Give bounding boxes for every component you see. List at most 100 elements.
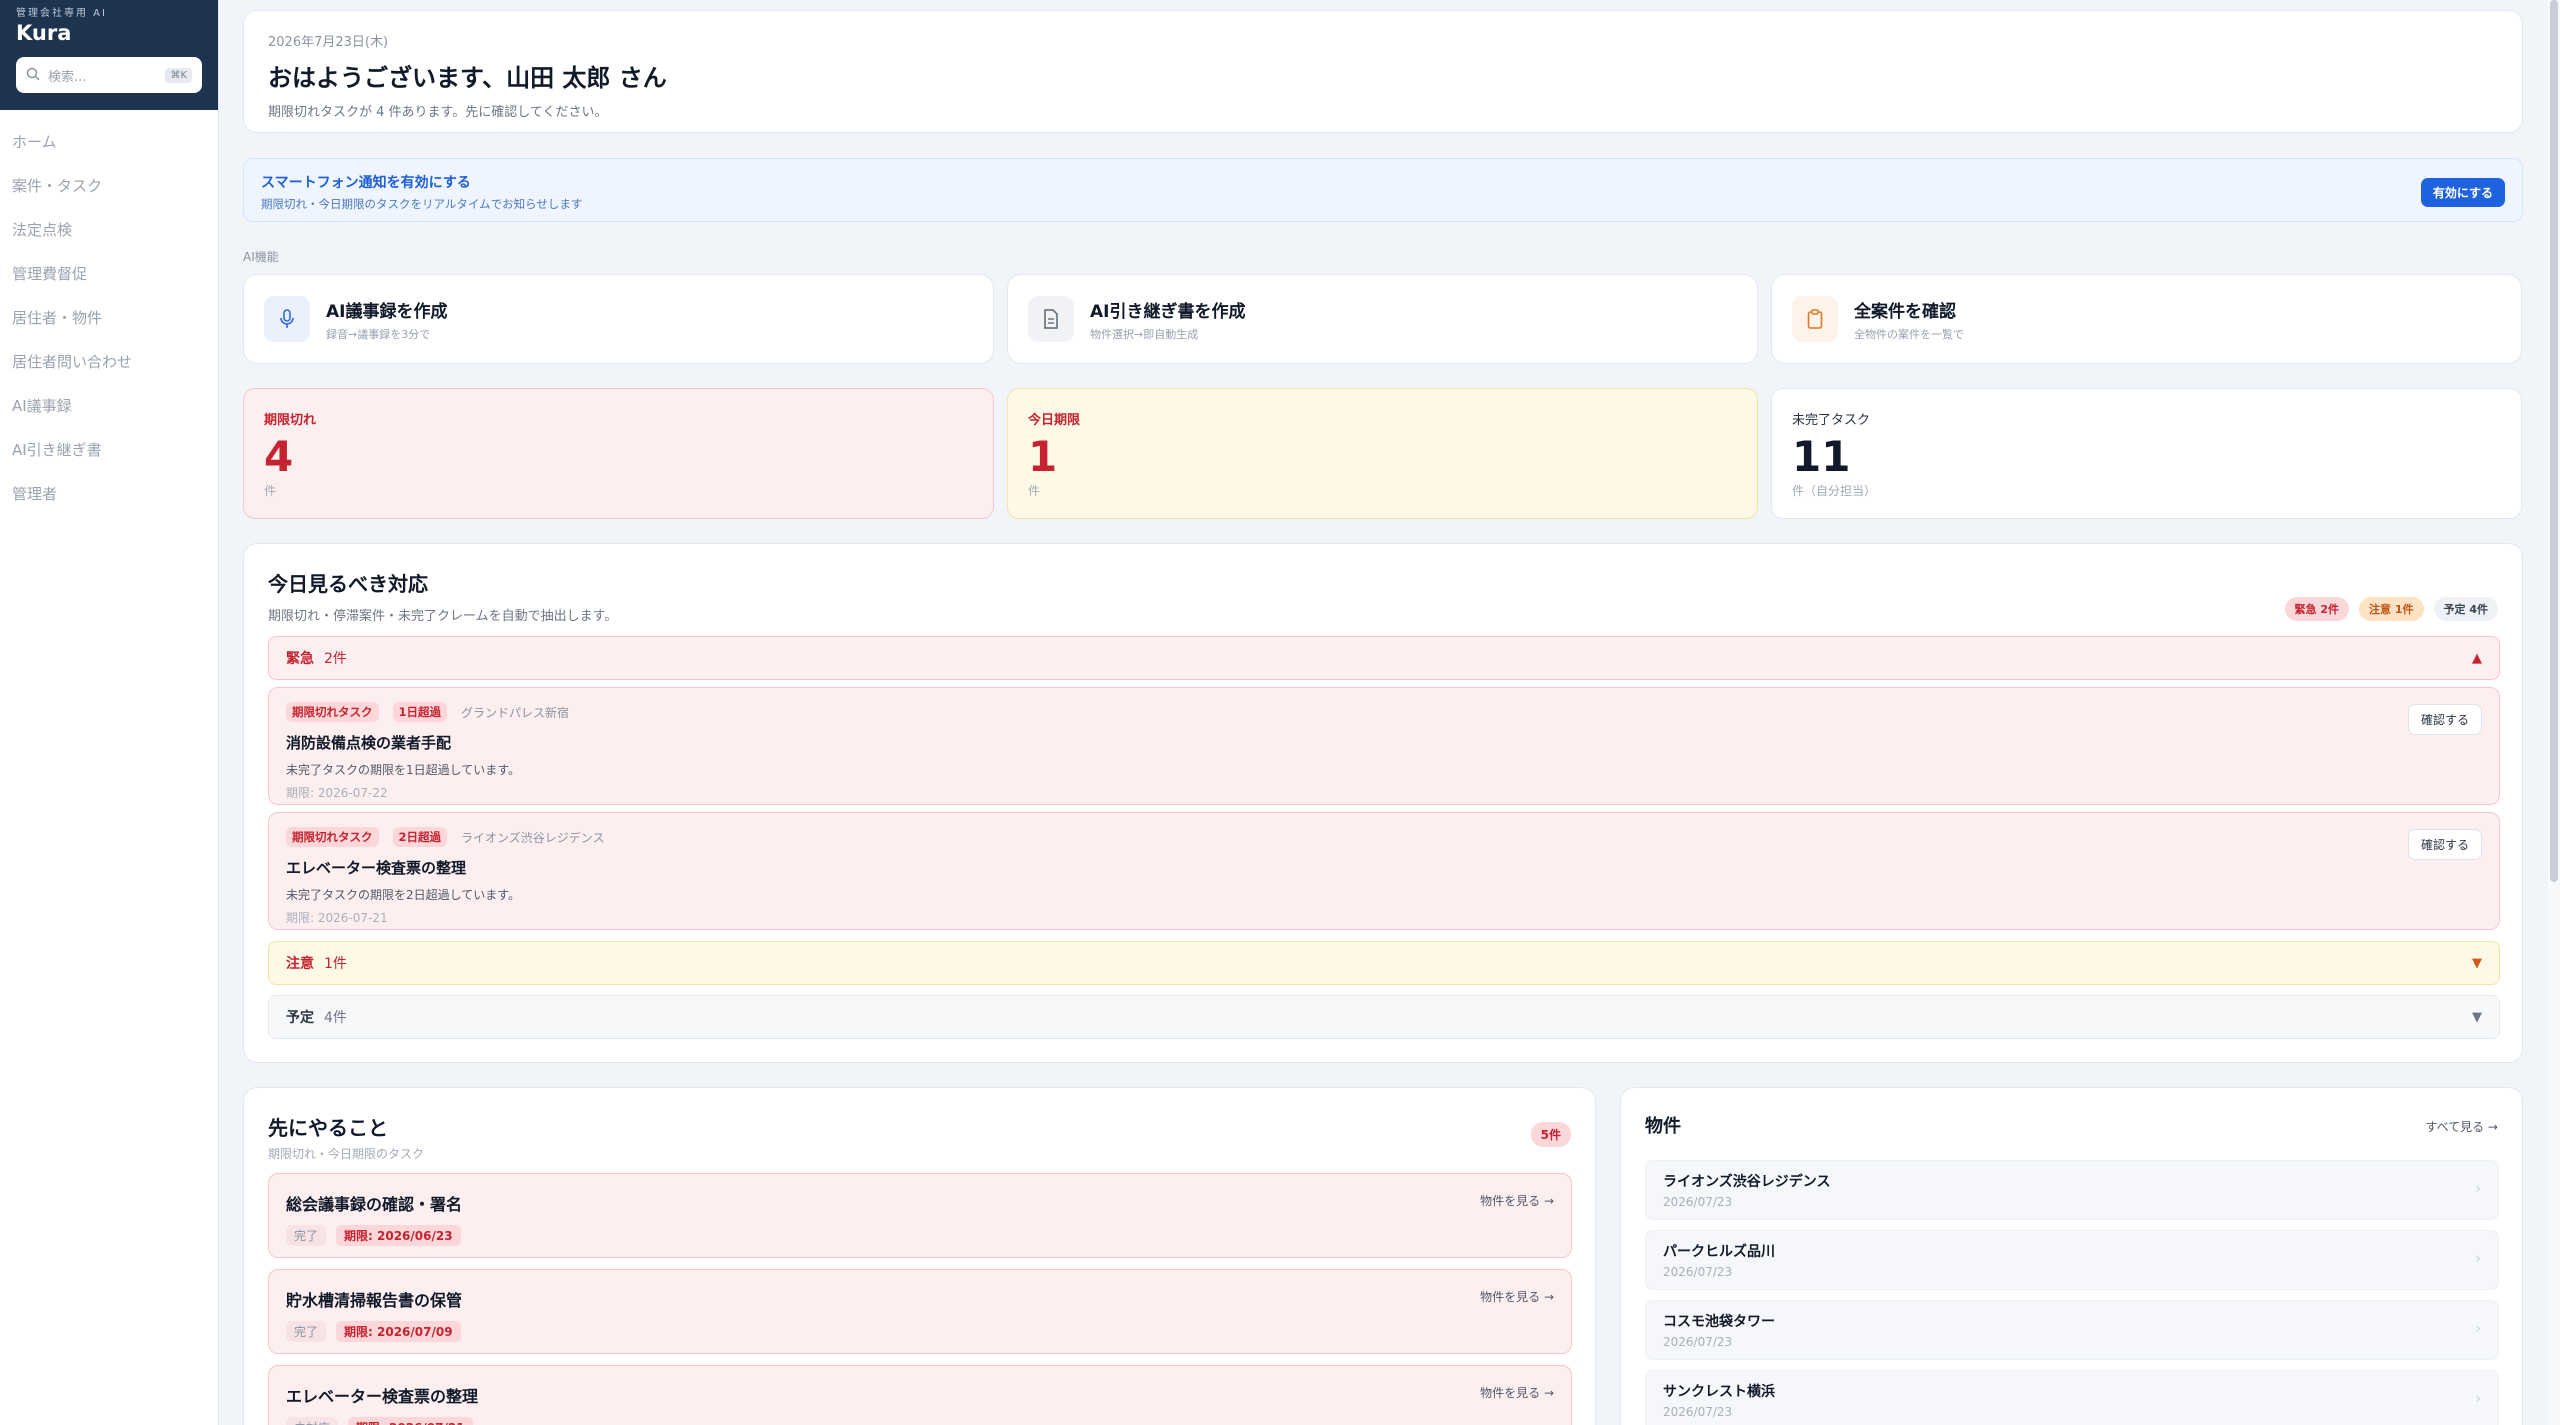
search-input[interactable]: 検索...: [48, 66, 157, 85]
todo-item[interactable]: エレベーター検査票の整理 未対応 期限: 2026/07/21 物件を見る →: [268, 1365, 1572, 1425]
property-date: 2026/07/23: [1663, 1265, 1733, 1279]
section-title: 今日見るべき対応: [268, 572, 428, 596]
property-item[interactable]: ライオンズ渋谷レジデンス 2026/07/23 ›: [1645, 1160, 2499, 1220]
sidebar-item-ai-minutes[interactable]: AI議事録: [0, 384, 218, 428]
property-item[interactable]: パークヒルズ品川 2026/07/23 ›: [1645, 1230, 2499, 1290]
brand-subtitle: 管理会社専用 AI: [16, 8, 107, 19]
section-subtitle: 期限切れ・停滞案件・未完了クレームを自動で抽出します。: [268, 609, 618, 624]
ai-card-title: AI議事録を作成: [326, 301, 448, 322]
group-count: 1件: [324, 956, 347, 972]
greeting-title: おはようございます、山田 太郎 さん: [268, 64, 667, 92]
section-subtitle: 期限切れ・今日期限のタスク: [268, 1147, 425, 1161]
caution-count-pill: 注意 1件: [2359, 597, 2424, 621]
stat-card-open-tasks[interactable]: 未完了タスク 11 件（自分担当）: [1771, 388, 2522, 519]
task-title: 消防設備点検の業者手配: [286, 734, 452, 752]
search-shortcut-hint: ⌘K: [165, 67, 192, 83]
stat-value: 4: [264, 432, 294, 481]
todo-status: 完了: [286, 1225, 327, 1246]
overdue-tag: 1日超過: [392, 702, 448, 722]
ai-card-title: AI引き継ぎ書を作成: [1090, 301, 1246, 322]
search-box[interactable]: 検索... ⌘K: [16, 57, 202, 93]
greeting-subtitle: 期限切れタスクが 4 件あります。先に確認してください。: [268, 105, 608, 120]
planned-count-pill: 予定 4件: [2433, 597, 2498, 621]
sidebar-item-ai-handover[interactable]: AI引き継ぎ書: [0, 428, 218, 472]
group-count: 2件: [324, 651, 347, 667]
properties-card: 物件 すべて見る → ライオンズ渋谷レジデンス 2026/07/23 › パーク…: [1620, 1087, 2523, 1425]
property-date: 2026/07/23: [1663, 1335, 1733, 1349]
view-property-link[interactable]: 物件を見る →: [1480, 1288, 1554, 1305]
greeting-card: 2026年7月23日(木) おはようございます、山田 太郎 さん 期限切れタスク…: [243, 10, 2523, 133]
stat-card-due-today[interactable]: 今日期限 1 件: [1007, 388, 1758, 519]
brand-name[interactable]: Kura: [16, 21, 202, 47]
stat-card-overdue[interactable]: 期限切れ 4 件: [243, 388, 994, 519]
sidebar-item-statutory-inspection[interactable]: 法定点検: [0, 208, 218, 252]
task-type-tag: 期限切れタスク: [286, 702, 379, 722]
scrollbar-thumb[interactable]: [2550, 0, 2558, 882]
confirm-button[interactable]: 確認する: [2407, 704, 2482, 735]
sidebar-item-cases-tasks[interactable]: 案件・タスク: [0, 164, 218, 208]
ai-card-all-cases[interactable]: 全案件を確認 全物件の案件を一覧で: [1771, 274, 2522, 364]
ai-card-subtitle: 物件選択→即自動生成: [1090, 327, 1199, 341]
stat-label: 未完了タスク: [1792, 413, 1871, 428]
todo-item[interactable]: 総会議事録の確認・署名 完了 期限: 2026/06/23 物件を見る →: [268, 1173, 1572, 1258]
property-item[interactable]: サンクレスト横浜 2026/07/23 ›: [1645, 1370, 2499, 1425]
clipboard-icon: [1792, 296, 1838, 342]
sidebar-item-fee-collection[interactable]: 管理費督促: [0, 252, 218, 296]
property-date: 2026/07/23: [1663, 1405, 1733, 1419]
today-actions-card: 今日見るべき対応 期限切れ・停滞案件・未完了クレームを自動で抽出します。 緊急 …: [243, 543, 2523, 1063]
task-description: 未完了タスクの期限を2日超過しています。: [286, 888, 521, 902]
property-name: グランドパレス新宿: [461, 705, 570, 720]
caution-group-header[interactable]: 注意 1件 ▼: [268, 941, 2500, 985]
view-property-link[interactable]: 物件を見る →: [1480, 1384, 1554, 1401]
urgent-task-item[interactable]: 期限切れタスク 2日超過 ライオンズ渋谷レジデンス エレベーター検査票の整理 未…: [268, 812, 2500, 930]
sidebar-item-resident-inquiries[interactable]: 居住者問い合わせ: [0, 340, 218, 384]
todo-status: 未対応: [286, 1417, 339, 1425]
property-name: ライオンズ渋谷レジデンス: [1663, 1174, 1831, 1190]
view-property-link[interactable]: 物件を見る →: [1480, 1192, 1554, 1209]
ai-card-minutes[interactable]: AI議事録を作成 録音→議事録を3分で: [243, 274, 994, 364]
group-label: 緊急: [286, 651, 314, 667]
property-date: 2026/07/23: [1663, 1195, 1733, 1209]
todo-card: 先にやること 期限切れ・今日期限のタスク 5件 総会議事録の確認・署名 完了 期…: [243, 1087, 1596, 1425]
page-scrollbar[interactable]: [2548, 0, 2560, 1425]
chevron-down-icon: ▼: [2472, 1009, 2482, 1025]
sidebar-item-home[interactable]: ホーム: [0, 120, 218, 164]
priority-pills: 緊急 2件 注意 1件 予定 4件: [2284, 597, 2498, 621]
chevron-down-icon: ▼: [2472, 955, 2482, 971]
microphone-icon: [264, 296, 310, 342]
task-description: 未完了タスクの期限を1日超過しています。: [286, 763, 521, 777]
todo-count-badge: 5件: [1530, 1122, 1571, 1147]
search-icon: [26, 66, 40, 85]
todo-due-date: 期限: 2026/07/21: [348, 1417, 473, 1425]
todo-item[interactable]: 貯水槽清掃報告書の保管 完了 期限: 2026/07/09 物件を見る →: [268, 1269, 1572, 1354]
todo-title: エレベーター検査票の整理: [286, 1387, 479, 1406]
section-title: 物件: [1645, 1116, 1681, 1137]
sidebar-item-admin[interactable]: 管理者: [0, 472, 218, 516]
urgent-task-item[interactable]: 期限切れタスク 1日超過 グランドパレス新宿 消防設備点検の業者手配 未完了タス…: [268, 687, 2500, 805]
property-name: ライオンズ渋谷レジデンス: [461, 830, 605, 845]
enable-notifications-button[interactable]: 有効にする: [2420, 178, 2505, 207]
property-item[interactable]: コスモ池袋タワー 2026/07/23 ›: [1645, 1300, 2499, 1360]
notification-title: スマートフォン通知を有効にする: [261, 175, 471, 191]
sidebar-item-residents-properties[interactable]: 居住者・物件: [0, 296, 218, 340]
confirm-button[interactable]: 確認する: [2407, 829, 2482, 860]
task-title: エレベーター検査票の整理: [286, 859, 467, 877]
sidebar-nav: ホーム 案件・タスク 法定点検 管理費督促 居住者・物件 居住者問い合わせ AI…: [0, 120, 218, 516]
planned-group-header[interactable]: 予定 4件 ▼: [268, 995, 2500, 1039]
ai-card-handover[interactable]: AI引き継ぎ書を作成 物件選択→即自動生成: [1007, 274, 1758, 364]
todo-due-date: 期限: 2026/06/23: [336, 1225, 461, 1246]
stat-value: 1: [1028, 432, 1058, 481]
ai-section-label: AI機能: [243, 250, 279, 264]
todo-title: 総会議事録の確認・署名: [286, 1195, 463, 1214]
stat-label: 今日期限: [1028, 413, 1081, 428]
task-due-date: 期限: 2026-07-21: [286, 911, 388, 925]
view-all-link[interactable]: すべて見る →: [2425, 1118, 2498, 1135]
property-name: コスモ池袋タワー: [1663, 1314, 1775, 1330]
task-due-date: 期限: 2026-07-22: [286, 786, 388, 800]
urgent-group-header[interactable]: 緊急 2件 ▲: [268, 636, 2500, 680]
ai-card-subtitle: 録音→議事録を3分で: [326, 327, 431, 341]
group-count: 4件: [324, 1010, 347, 1026]
stat-value: 11: [1792, 432, 1851, 481]
overdue-tag: 2日超過: [392, 827, 448, 847]
task-type-tag: 期限切れタスク: [286, 827, 379, 847]
